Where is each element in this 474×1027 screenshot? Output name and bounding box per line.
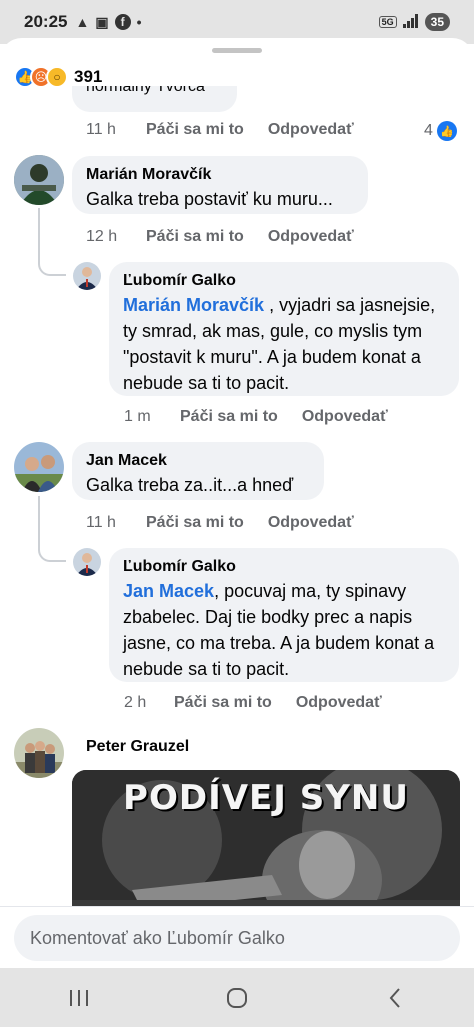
- reaction-count: 391: [74, 67, 103, 86]
- back-icon: [389, 987, 400, 1008]
- comment-actions: 12 h Páči sa mi to Odpovedať: [86, 228, 354, 246]
- comment-author[interactable]: Peter Grauzel: [86, 738, 189, 756]
- avatar[interactable]: [73, 548, 101, 576]
- comments-sheet: 👍 ☹ ○ 391 normálny Tvorca 11 h Páči sa m…: [0, 38, 474, 968]
- reply-button[interactable]: Odpovedať: [302, 408, 388, 426]
- reply-button[interactable]: Odpovedať: [268, 228, 354, 246]
- mention-link[interactable]: Jan Macek: [123, 581, 214, 601]
- reply-button[interactable]: Odpovedať: [268, 514, 354, 532]
- mention-link[interactable]: Marián Moravčík: [123, 295, 264, 315]
- network-icon: 5G: [378, 16, 397, 28]
- comment-composer: Komentovať ako Ľubomír Galko: [0, 906, 474, 968]
- comment-author[interactable]: Marián Moravčík: [86, 164, 354, 186]
- comment-actions: 11 h Páči sa mi to Odpovedať: [86, 514, 354, 532]
- comment-text: Galka treba za..it...a hneď: [86, 475, 294, 495]
- like-button[interactable]: Páči sa mi to: [146, 514, 244, 532]
- back-button[interactable]: [365, 978, 425, 1018]
- home-icon: [227, 987, 247, 1008]
- meme-caption: PODÍVEJ SYNU: [123, 778, 409, 818]
- reply-time: 2 h: [124, 694, 147, 711]
- system-nav-bar: [0, 968, 474, 1027]
- comment-author[interactable]: Jan Macek: [86, 450, 310, 472]
- previous-comment-text: normálny Tvorca: [86, 86, 205, 95]
- like-button[interactable]: Páči sa mi to: [174, 694, 272, 712]
- signal-icon: [402, 13, 419, 31]
- comment-text: Galka treba postaviť ku muru...: [86, 189, 333, 209]
- reply-actions: 2 h Páči sa mi to Odpovedať: [124, 694, 382, 712]
- avatar[interactable]: [14, 155, 64, 205]
- reply-actions: 1 m Páči sa mi to Odpovedať: [124, 408, 388, 426]
- thread-line: [38, 208, 66, 276]
- reply-author[interactable]: Ľubomír Galko: [123, 270, 445, 292]
- clock: 20:25: [24, 12, 68, 31]
- reply-text: Marián Moravčík , vyjadri sa jasnejsie, …: [123, 292, 445, 396]
- comment-like-count[interactable]: 4 👍: [424, 121, 457, 141]
- avatar[interactable]: [14, 442, 64, 492]
- like-button[interactable]: Páči sa mi to: [146, 228, 244, 246]
- like-button[interactable]: Páči sa mi to: [180, 408, 278, 426]
- thread-line: [38, 496, 66, 562]
- avatar[interactable]: [14, 728, 64, 778]
- recent-apps-icon: [70, 989, 88, 1006]
- reply-button[interactable]: Odpovedať: [296, 694, 382, 712]
- screenshot-icon: ▣: [95, 13, 109, 30]
- reply-bubble: Ľubomír Galko Marián Moravčík , vyjadri …: [109, 262, 459, 396]
- reply-bubble: Ľubomír Galko Jan Macek, pocuvaj ma, ty …: [109, 548, 459, 682]
- comment-time: 11 h: [86, 514, 116, 531]
- wow-reaction-icon: ○: [46, 66, 68, 88]
- like-button[interactable]: Páči sa mi to: [146, 121, 244, 139]
- comment-bubble: Jan Macek Galka treba za..it...a hneď: [72, 442, 324, 500]
- like-count-value: 4: [424, 122, 433, 139]
- comment-input[interactable]: Komentovať ako Ľubomír Galko: [14, 915, 460, 961]
- comment-time: 12 h: [86, 228, 118, 245]
- reply-text: Jan Macek, pocuvaj ma, ty spinavy zbabel…: [123, 578, 445, 682]
- reply-author[interactable]: Ľubomír Galko: [123, 556, 445, 578]
- comment-bubble: Marián Moravčík Galka treba postaviť ku …: [72, 156, 368, 214]
- battery-icon: 35: [424, 13, 450, 31]
- dot-icon: •: [136, 14, 142, 30]
- reply-button[interactable]: Odpovedať: [268, 121, 354, 139]
- reactions-summary[interactable]: 👍 ☹ ○ 391: [14, 66, 102, 88]
- comment-time: 11 h: [86, 121, 116, 138]
- avatar[interactable]: [73, 262, 101, 290]
- reply-time: 1 m: [124, 408, 151, 425]
- home-button[interactable]: [207, 978, 267, 1018]
- recent-apps-button[interactable]: [49, 978, 109, 1018]
- like-icon: 👍: [436, 121, 457, 141]
- previous-comment-actions: 11 h Páči sa mi to Odpovedať: [86, 121, 354, 139]
- warning-icon: ▲: [75, 14, 90, 30]
- previous-comment-bubble: normálny Tvorca: [72, 86, 237, 112]
- drag-handle[interactable]: [212, 48, 262, 53]
- facebook-icon: f: [114, 14, 131, 30]
